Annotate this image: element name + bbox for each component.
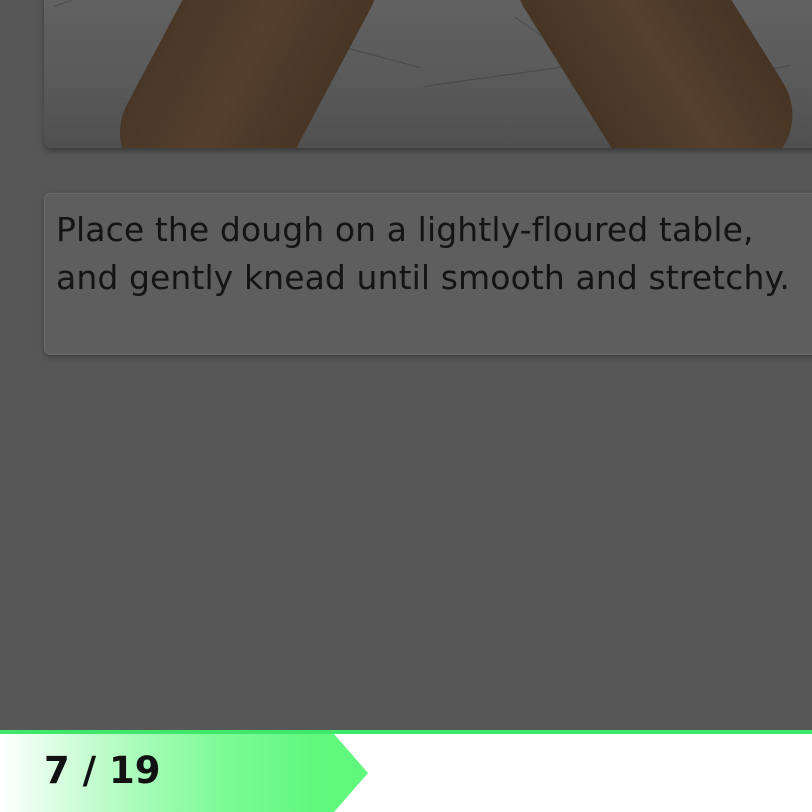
step-counter: 7 / 19	[44, 749, 161, 792]
instruction-card: Place the dough on a lightly-floured tab…	[44, 193, 812, 355]
step-photo	[44, 0, 812, 148]
progress-footer: 7 / 19	[0, 730, 812, 812]
instruction-text: Place the dough on a lightly-floured tab…	[56, 210, 790, 297]
